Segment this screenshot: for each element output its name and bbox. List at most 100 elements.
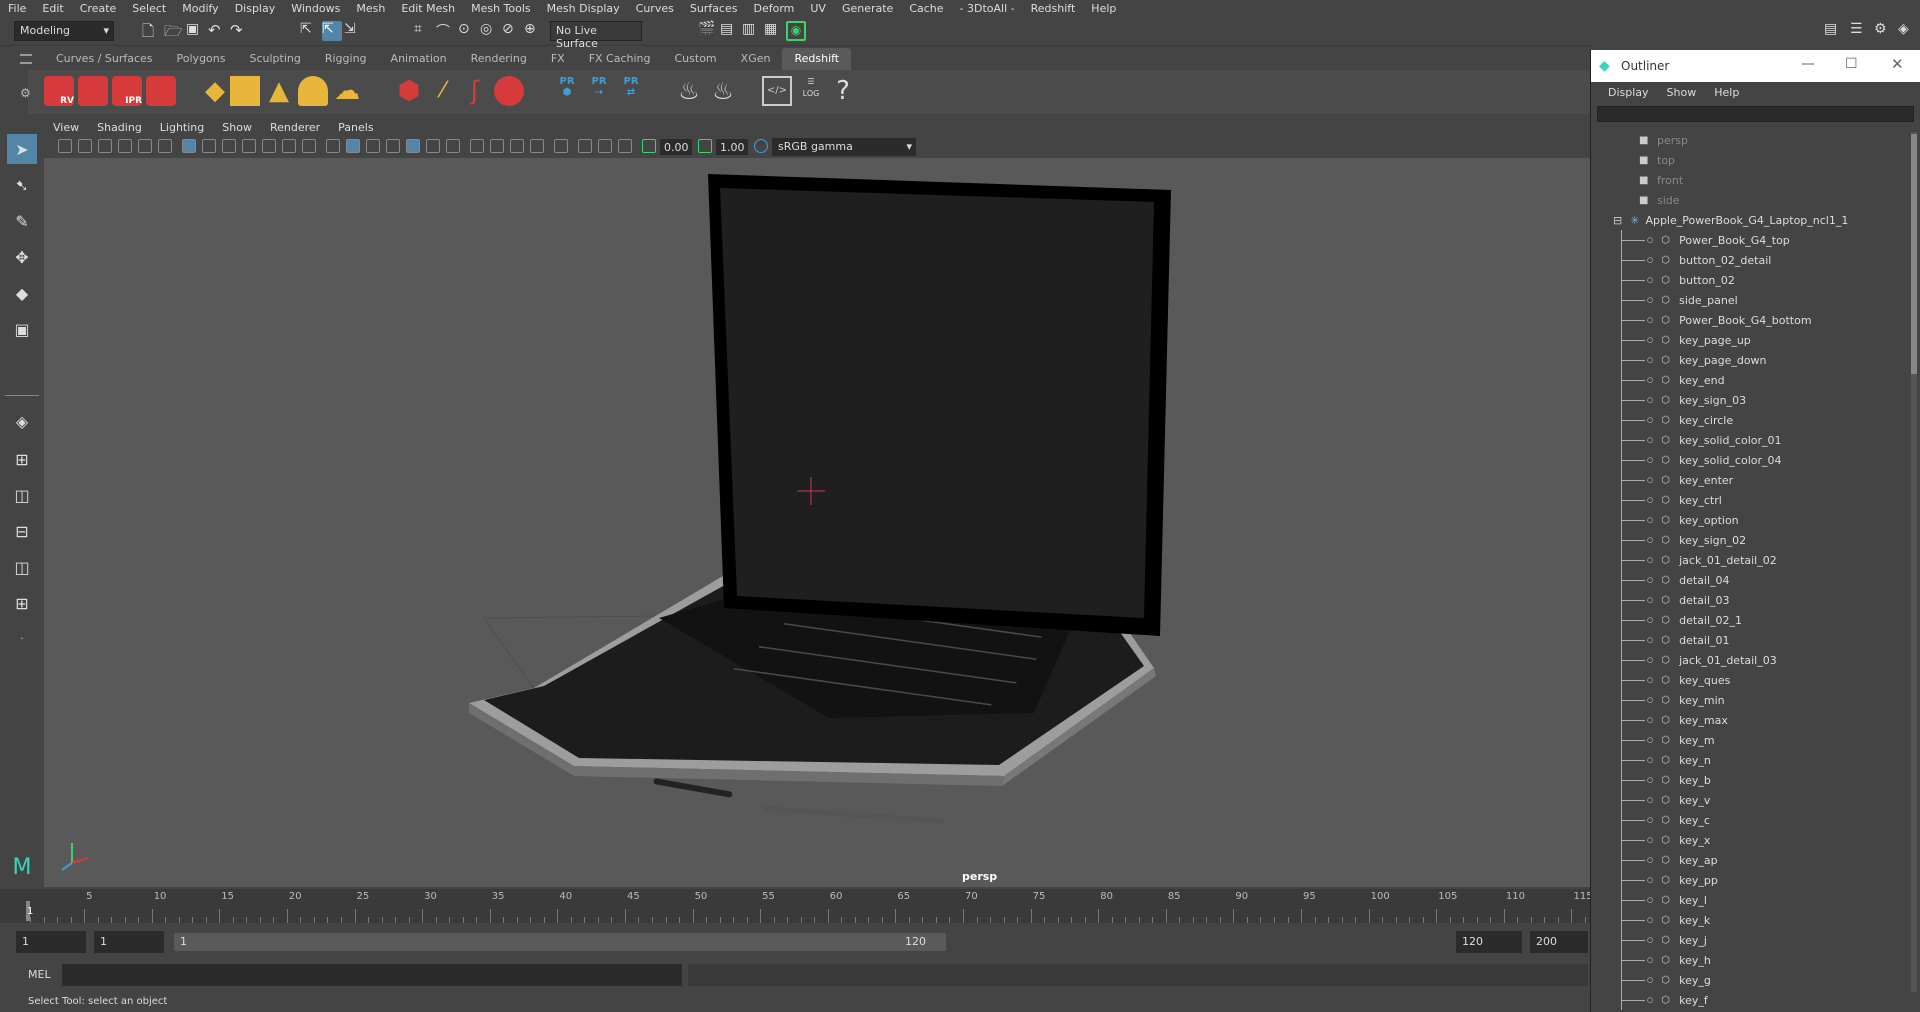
move-tool-icon[interactable]: ✥ [7,242,37,272]
gamma-icon[interactable] [698,139,712,153]
outliner-item[interactable]: ○ ⬡ key_m [1621,730,1715,750]
outliner-menu-help[interactable]: Help [1705,86,1748,99]
shelf-tab-fx[interactable]: FX [539,48,577,70]
color-management-icon[interactable] [754,139,768,153]
outliner-item[interactable]: ○ ⬡ jack_01_detail_02 [1621,550,1777,570]
gamma-field[interactable]: 1.00 [716,139,748,155]
end-frame-field[interactable]: 120 [1456,931,1522,953]
undo-icon[interactable]: ↶ [208,21,228,41]
bake-icon[interactable]: ♨ [674,76,704,106]
light-plane-icon[interactable]: ◆ [200,76,230,106]
rotate-tool-icon[interactable]: ◆ [7,278,37,308]
shelf-menu-icon[interactable] [20,54,32,64]
more-layouts-icon[interactable]: · [7,624,37,654]
shelf-tab-curves-surfaces[interactable]: Curves / Surfaces [44,48,165,70]
outliner-item[interactable]: ○ ⬡ detail_01 [1621,630,1730,650]
outliner-item[interactable]: ○ ⬡ key_k [1621,910,1710,930]
outliner-item[interactable]: ○ ⬡ key_pp [1621,870,1718,890]
smooth-shade-icon[interactable] [346,139,360,153]
outliner-item[interactable]: ○ ⬡ key_end [1621,370,1725,390]
anim-end-field[interactable]: 200 [1530,931,1588,953]
wireframe-on-shaded-icon[interactable] [386,139,400,153]
xray-joints-icon[interactable] [578,139,592,153]
outliner-search[interactable] [1597,106,1914,122]
snap-surface-icon[interactable]: ⊘ [502,21,522,41]
mel-label[interactable]: MEL [28,968,51,981]
menu-help[interactable]: Help [1083,2,1124,15]
redshift-settings-icon[interactable] [146,76,176,106]
outliner-item[interactable]: ○ ⬡ key_sign_03 [1621,390,1746,410]
outliner-item[interactable]: ○ ⬡ key_f [1621,990,1708,1010]
redshift-render-icon[interactable] [78,76,108,106]
outliner-item[interactable]: ○ ⬡ Power_Book_G4_top [1621,230,1790,250]
outliner-item[interactable]: ○ ⬡ Power_Book_G4_bottom [1621,310,1812,330]
menu-redshift[interactable]: Redshift [1023,2,1084,15]
shelf-tab-custom[interactable]: Custom [663,48,729,70]
help-icon[interactable]: ? [828,76,858,106]
panel-menu-renderer[interactable]: Renderer [261,121,329,134]
hair-icon[interactable]: ⁄ [428,76,458,106]
command-input[interactable] [62,964,682,986]
two-view-icon[interactable]: ◫ [7,480,37,510]
outliner-item[interactable]: ○ ⬡ side_panel [1621,290,1738,310]
panel-menu-lighting[interactable]: Lighting [151,121,213,134]
outliner-item[interactable]: ○ ⬡ key_circle [1621,410,1733,430]
panel-menu-panels[interactable]: Panels [329,121,382,134]
outliner-scrollbar[interactable] [1911,132,1917,992]
scale-tool-icon[interactable]: ▣ [7,314,37,344]
camera-view-icon[interactable] [618,139,632,153]
pr-sync-icon[interactable]: PR ⇄ [616,76,646,106]
shelf-tab-animation[interactable]: Animation [379,48,459,70]
anim-start-field[interactable]: 1 [94,931,164,953]
field-chart-icon[interactable] [262,139,276,153]
outliner-camera-persp[interactable]: ■ persp [1639,130,1688,150]
menu-file[interactable]: File [0,2,34,15]
camera-attrs-icon[interactable] [78,139,92,153]
menu-edit[interactable]: Edit [34,2,71,15]
single-view-icon[interactable]: ◈ [7,406,37,436]
outliner-item[interactable]: ○ ⬡ key_b [1621,770,1711,790]
redshift-ipr-icon[interactable]: IPR [112,76,142,106]
outliner-item[interactable]: ○ ⬡ key_n [1621,750,1711,770]
paint-select-icon[interactable]: ✎ [7,206,37,236]
gate-mask-icon[interactable] [242,139,256,153]
safe-action-icon[interactable] [282,139,296,153]
menu-mesh-tools[interactable]: Mesh Tools [463,2,539,15]
outliner-item[interactable]: ○ ⬡ key_solid_color_01 [1621,430,1782,450]
redshift-render-view-icon[interactable]: RV [44,76,74,106]
select-tool-icon[interactable]: ➤ [7,134,37,164]
xray-icon[interactable] [406,139,420,153]
menu-deform[interactable]: Deform [745,2,802,15]
shelf-tab-rigging[interactable]: Rigging [313,48,379,70]
outliner-camera-side[interactable]: ■ side [1639,190,1680,210]
live-surface-field[interactable]: No Live Surface [550,21,642,50]
snap-point-icon[interactable]: ⊙ [458,21,478,41]
render-sequence-icon[interactable]: ▤ [720,21,740,41]
outliner-item[interactable]: ○ ⬡ key_enter [1621,470,1733,490]
shelf-gear-icon[interactable]: ⚙ [20,86,31,100]
snap-view-icon[interactable]: ◎ [480,21,500,41]
panel-menu-shading[interactable]: Shading [88,121,151,134]
render-frame-icon[interactable]: 🎬 [698,21,718,41]
toggle-layers-icon[interactable]: ◈ [1898,21,1918,41]
outliner-item[interactable]: ○ ⬡ detail_04 [1621,570,1730,590]
outliner-camera-top[interactable]: ■ top [1639,150,1675,170]
curve-shader-icon[interactable]: ʃ [460,76,490,106]
grid-icon[interactable] [182,139,196,153]
outliner-menu-show[interactable]: Show [1658,86,1706,99]
hypershade-layout-icon[interactable]: ⊞ [7,588,37,618]
menu-curves[interactable]: Curves [628,2,682,15]
outliner-item[interactable]: ○ ⬡ key_ctrl [1621,490,1722,510]
start-frame-field[interactable]: 1 [16,931,86,953]
grease-pencil-icon[interactable] [158,139,172,153]
redo-icon[interactable]: ↷ [230,21,250,41]
menu-mesh-display[interactable]: Mesh Display [539,2,628,15]
lasso-tool-icon[interactable]: ➷ [7,170,37,200]
outliner-item[interactable]: ○ ⬡ key_j [1621,930,1707,950]
menu-display[interactable]: Display [227,2,284,15]
toggle-attribute-editor-icon[interactable]: ▤ [1824,21,1844,41]
outliner-item[interactable]: ○ ⬡ detail_02_1 [1621,610,1742,630]
use-default-material-icon[interactable] [366,139,380,153]
outliner-item[interactable]: ○ ⬡ key_solid_color_04 [1621,450,1782,470]
spot-light-icon[interactable]: ▲ [264,76,294,106]
